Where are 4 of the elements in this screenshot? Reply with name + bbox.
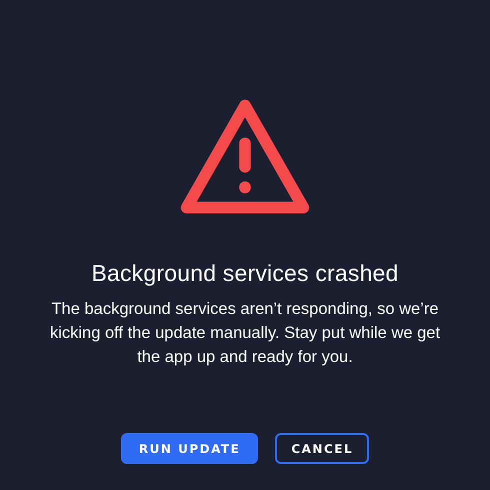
cancel-button[interactable]: CANCEL	[275, 433, 370, 464]
dialog-message: The background services aren’t responding, so we’re kicking off the update manually. Stay put while we get the app up and ready for you.	[48, 299, 442, 368]
run-update-button[interactable]: RUN UPDATE	[120, 433, 258, 464]
dialog-title: Background services crashed	[91, 260, 399, 287]
